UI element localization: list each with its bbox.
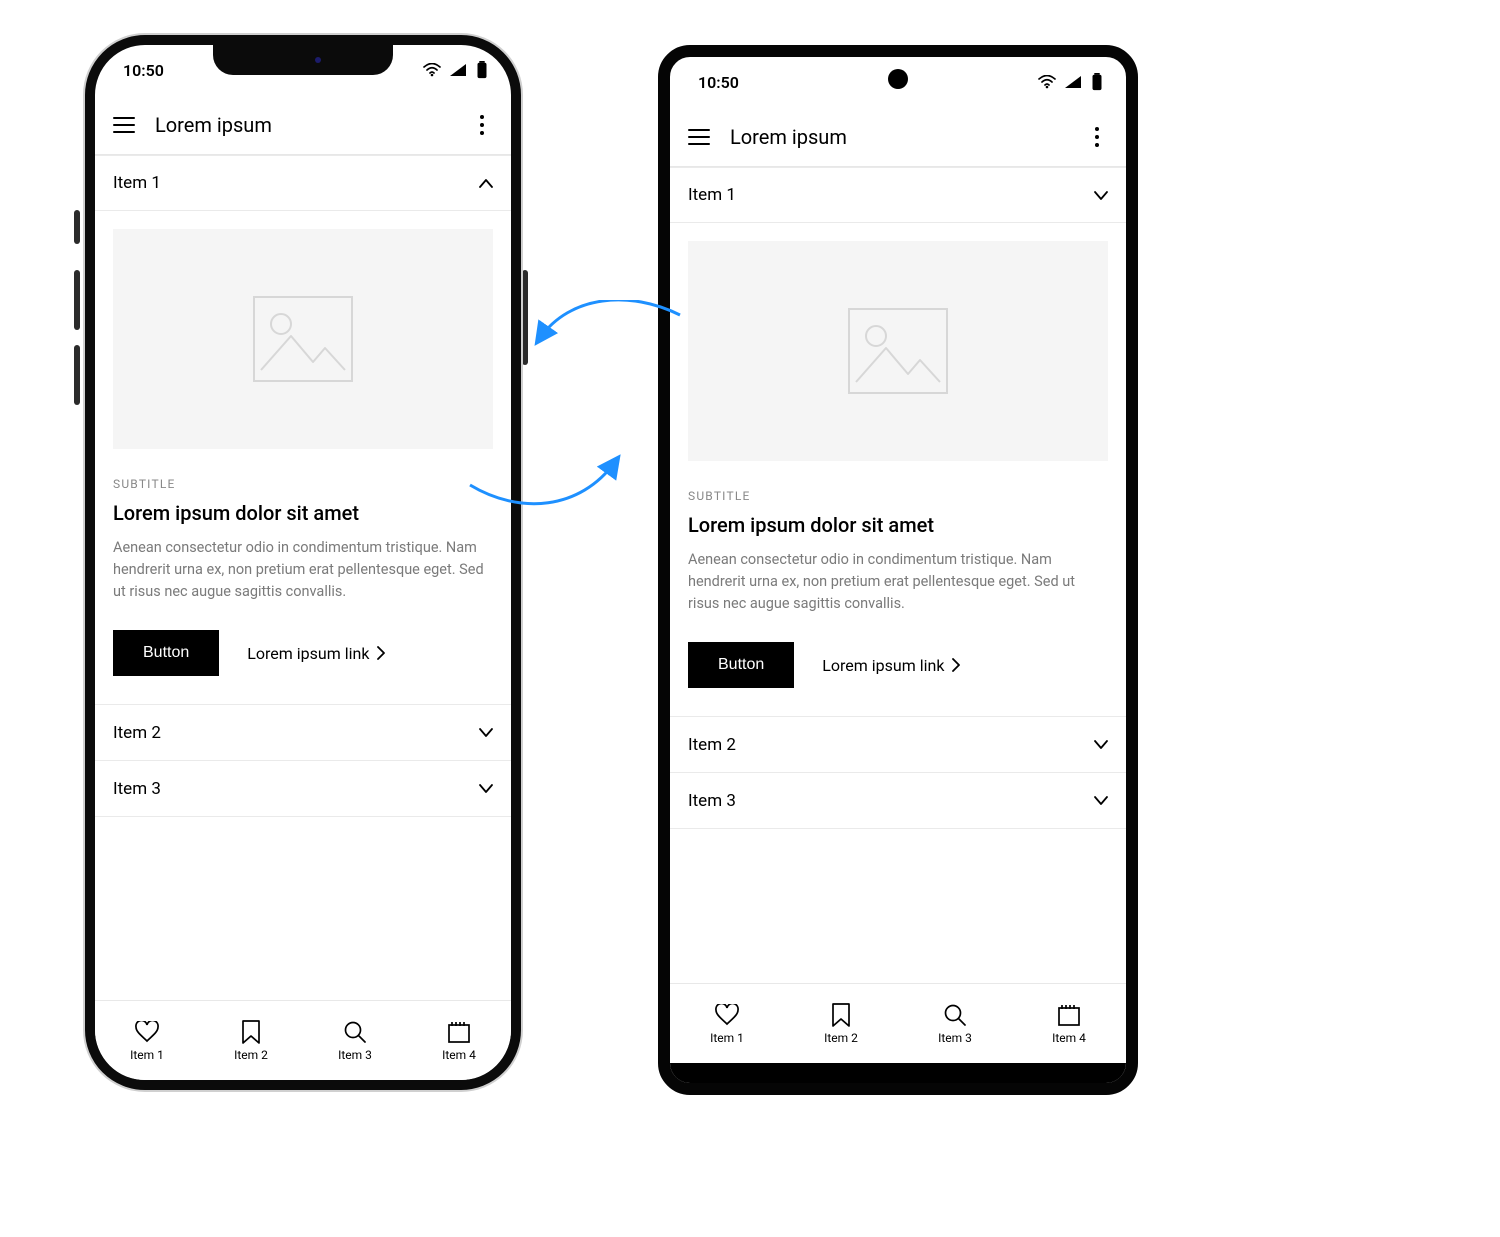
- image-icon: [253, 296, 353, 382]
- nav-item-4[interactable]: Item 4: [1012, 984, 1126, 1063]
- chevron-down-icon: [1094, 740, 1108, 749]
- heart-icon: [715, 1003, 739, 1027]
- app-title: Lorem ipsum: [730, 125, 1082, 149]
- bookmark-icon: [239, 1020, 263, 1044]
- nav-label: Item 2: [824, 1031, 858, 1045]
- chevron-down-icon: [479, 728, 493, 737]
- search-icon: [343, 1020, 367, 1044]
- nav-label: Item 3: [338, 1048, 372, 1062]
- chevron-down-icon: [1094, 796, 1108, 805]
- accordion-label: Item 2: [113, 723, 161, 743]
- calendar-icon: [447, 1020, 471, 1044]
- signal-icon: [449, 63, 467, 77]
- status-time: 10:50: [117, 61, 164, 80]
- chevron-down-icon: [479, 784, 493, 793]
- ios-side-button: [74, 345, 80, 405]
- battery-icon: [1090, 73, 1104, 91]
- accordion-item-1[interactable]: Item 1: [95, 155, 511, 211]
- nav-label: Item 4: [1052, 1031, 1086, 1045]
- ios-phone-frame: 10:50 Lorem ipsum I: [85, 35, 521, 1090]
- hamburger-icon: [688, 129, 710, 145]
- menu-button[interactable]: [109, 110, 139, 140]
- app-bar: Lorem ipsum: [670, 107, 1126, 167]
- nav-item-4[interactable]: Item 4: [407, 1001, 511, 1080]
- app-bar: Lorem ipsum: [95, 95, 511, 155]
- nav-label: Item 3: [938, 1031, 972, 1045]
- overflow-button[interactable]: [1082, 122, 1112, 152]
- chevron-up-icon: [479, 179, 493, 188]
- signal-icon: [1064, 75, 1082, 89]
- card-link[interactable]: Lorem ipsum link: [822, 656, 960, 675]
- ios-side-button: [74, 270, 80, 330]
- card-title: Lorem ipsum dolor sit amet: [113, 501, 493, 525]
- bottom-nav: Item 1 Item 2 Item 3 Item 4: [95, 1000, 511, 1080]
- card-link[interactable]: Lorem ipsum link: [247, 644, 385, 663]
- card-subtitle: SUBTITLE: [688, 489, 1108, 503]
- nav-item-2[interactable]: Item 2: [784, 984, 898, 1063]
- nav-label: Item 1: [130, 1048, 164, 1062]
- accordion-item-3[interactable]: Item 3: [95, 761, 511, 817]
- chevron-right-icon: [952, 658, 960, 672]
- android-phone-frame: 10:50 Lorem ipsum I: [658, 45, 1138, 1095]
- wifi-icon: [1038, 75, 1056, 89]
- kebab-icon: [1094, 126, 1100, 148]
- ios-side-button: [522, 270, 528, 365]
- battery-icon: [475, 61, 489, 79]
- accordion-label: Item 3: [688, 791, 736, 811]
- ios-notch: [213, 45, 393, 75]
- accordion-label: Item 1: [688, 185, 736, 205]
- nav-item-2[interactable]: Item 2: [199, 1001, 303, 1080]
- accordion-item-2[interactable]: Item 2: [95, 705, 511, 761]
- status-time: 10:50: [692, 73, 739, 92]
- card-body: Aenean consectetur odio in condimentum t…: [688, 549, 1108, 614]
- card-link-label: Lorem ipsum link: [247, 644, 369, 663]
- calendar-icon: [1057, 1003, 1081, 1027]
- nav-item-3[interactable]: Item 3: [303, 1001, 407, 1080]
- nav-label: Item 1: [710, 1031, 744, 1045]
- kebab-icon: [479, 114, 485, 136]
- app-title: Lorem ipsum: [155, 113, 467, 137]
- nav-item-3[interactable]: Item 3: [898, 984, 1012, 1063]
- bottom-nav: Item 1 Item 2 Item 3 Item 4: [670, 983, 1126, 1063]
- nav-item-1[interactable]: Item 1: [670, 984, 784, 1063]
- card-subtitle: SUBTITLE: [113, 477, 493, 491]
- menu-button[interactable]: [684, 122, 714, 152]
- image-placeholder: [688, 241, 1108, 461]
- accordion-item-2[interactable]: Item 2: [670, 717, 1126, 773]
- nav-label: Item 2: [234, 1048, 268, 1062]
- android-nav-bar: [670, 1063, 1126, 1083]
- accordion-item-3[interactable]: Item 3: [670, 773, 1126, 829]
- image-placeholder: [113, 229, 493, 449]
- card: SUBTITLE Lorem ipsum dolor sit amet Aene…: [670, 223, 1126, 717]
- accordion-label: Item 3: [113, 779, 161, 799]
- card-title: Lorem ipsum dolor sit amet: [688, 513, 1108, 537]
- heart-icon: [135, 1020, 159, 1044]
- primary-button[interactable]: Button: [113, 630, 219, 676]
- accordion-label: Item 2: [688, 735, 736, 755]
- chevron-right-icon: [377, 646, 385, 660]
- chevron-down-icon: [1094, 191, 1108, 200]
- image-icon: [848, 308, 948, 394]
- hamburger-icon: [113, 117, 135, 133]
- bookmark-icon: [829, 1003, 853, 1027]
- primary-button[interactable]: Button: [688, 642, 794, 688]
- card-body: Aenean consectetur odio in condimentum t…: [113, 537, 493, 602]
- search-icon: [943, 1003, 967, 1027]
- card: SUBTITLE Lorem ipsum dolor sit amet Aene…: [95, 211, 511, 705]
- accordion-item-1[interactable]: Item 1: [670, 167, 1126, 223]
- nav-label: Item 4: [442, 1048, 476, 1062]
- accordion-label: Item 1: [113, 173, 161, 193]
- nav-item-1[interactable]: Item 1: [95, 1001, 199, 1080]
- card-link-label: Lorem ipsum link: [822, 656, 944, 675]
- android-camera-punch: [888, 69, 908, 89]
- ios-side-button: [74, 210, 80, 244]
- overflow-button[interactable]: [467, 110, 497, 140]
- wifi-icon: [423, 63, 441, 77]
